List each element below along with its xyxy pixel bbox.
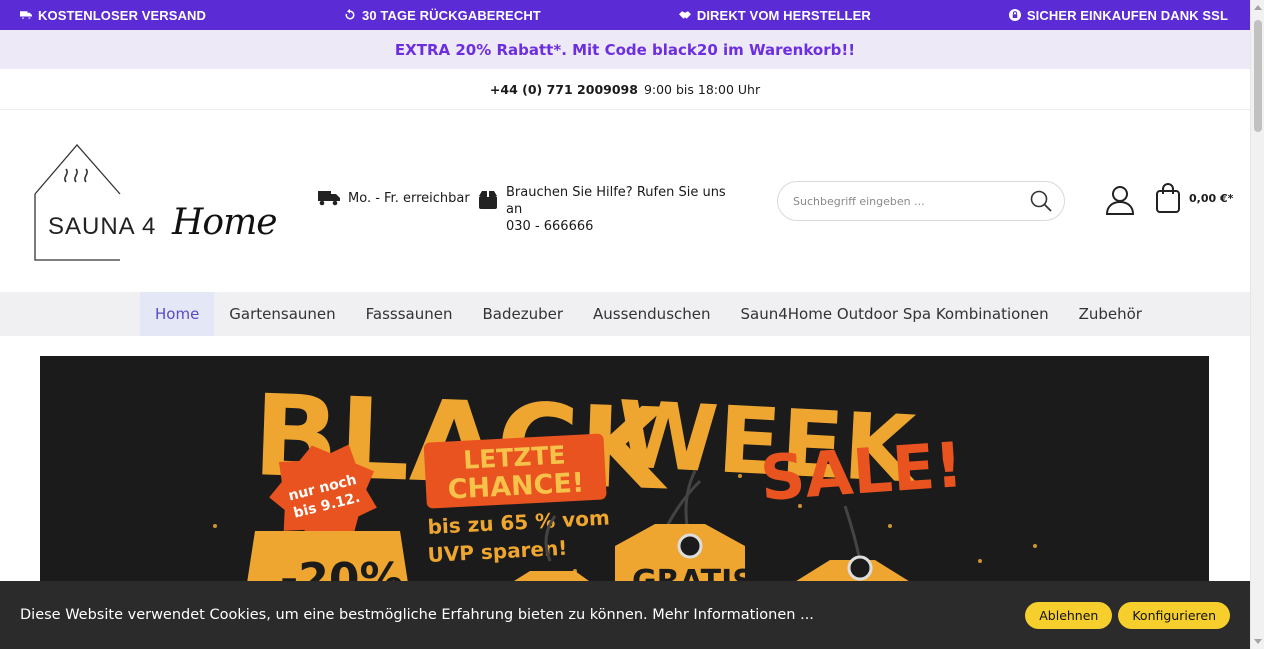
nav-item-badezuber[interactable]: Badezuber — [468, 292, 579, 336]
cart-total: 0,00 €* — [1189, 191, 1234, 205]
nav-item-zubehoer[interactable]: Zubehör — [1064, 292, 1157, 336]
usp-bar: KOSTENLOSER VERSAND 30 TAGE RÜCKGABERECH… — [0, 0, 1250, 30]
handshake-icon — [678, 11, 691, 19]
nav-item-gartensaunen[interactable]: Gartensaunen — [214, 292, 350, 336]
contact-hours: 9:00 bis 18:00 Uhr — [643, 81, 761, 97]
contact-phone[interactable]: +44 (0) 771 2009098 — [490, 82, 638, 97]
cookie-banner: Diese Website verwendet Cookies, um eine… — [0, 581, 1250, 649]
page: KOSTENLOSER VERSAND 30 TAGE RÜCKGABERECH… — [0, 0, 1264, 649]
box-icon — [479, 191, 497, 209]
help-text: Brauchen Sie Hilfe? Rufen Sie uns an — [506, 185, 726, 217]
lock-icon — [1008, 9, 1021, 21]
promo-text: EXTRA 20% Rabatt*. Mit Code black20 im W… — [394, 40, 856, 59]
black-week-sale-graphic: BLACK WEEK SALE! LETZTE CHANCE! bis zu 6… — [40, 356, 1209, 596]
site-header: SAUNA 4 Home Mo. - Fr. erreichbar Brauch… — [0, 110, 1250, 292]
logo-text-home: Home — [172, 202, 278, 243]
scroll-down-arrow-icon[interactable] — [1254, 639, 1262, 644]
banner-sale: SALE! — [758, 428, 965, 515]
usp-label: KOSTENLOSER VERSAND — [38, 7, 207, 23]
scroll-up-arrow-icon[interactable] — [1254, 5, 1262, 10]
availability-info: Mo. - Fr. erreichbar — [318, 190, 470, 206]
usp-label: 30 TAGE RÜCKGABERECHT — [362, 7, 541, 23]
cookie-decline-button[interactable]: Ablehnen — [1025, 601, 1113, 629]
main-navigation: Home Gartensaunen Fasssaunen Badezuber A… — [0, 292, 1250, 336]
availability-text: Mo. - Fr. erreichbar — [348, 190, 470, 206]
nav-item-aussenduschen[interactable]: Aussenduschen — [578, 292, 725, 336]
promo-banner: EXTRA 20% Rabatt*. Mit Code black20 im W… — [0, 30, 1250, 69]
cart-bag-icon — [1156, 183, 1180, 213]
truck-icon — [318, 191, 340, 206]
nav-item-home[interactable]: Home — [140, 292, 215, 336]
help-phone[interactable]: 030 - 666666 — [506, 218, 746, 235]
return-icon — [345, 9, 355, 20]
search-box — [777, 181, 1065, 221]
cart-button[interactable]: 0,00 €* — [1155, 182, 1233, 214]
scrollbar-thumb[interactable] — [1254, 20, 1262, 132]
usp-label: DIREKT VOM HERSTELLER — [696, 7, 871, 23]
nav-item-fasssaunen[interactable]: Fasssaunen — [351, 292, 468, 336]
usp-returns: 30 TAGE RÜCKGABERECHT — [344, 8, 541, 23]
search-input[interactable] — [793, 194, 1030, 208]
search-icon[interactable] — [1030, 190, 1052, 212]
letzte-chance-badge: LETZTE CHANCE! — [423, 433, 607, 509]
nav-item-outdoor-spa[interactable]: Saun4Home Outdoor Spa Kombinationen — [726, 292, 1064, 336]
usp-manufacturer: DIREKT VOM HERSTELLER — [678, 7, 871, 23]
page-scrollbar[interactable] — [1250, 0, 1264, 649]
usp-shipping: KOSTENLOSER VERSAND — [20, 8, 206, 23]
truck-icon — [20, 11, 32, 19]
help-info: Brauchen Sie Hilfe? Rufen Sie uns an 030… — [478, 184, 746, 235]
usp-label: SICHER EINKAUFEN DANK SSL — [1026, 7, 1228, 23]
hero-banner[interactable]: BLACK WEEK SALE! LETZTE CHANCE! bis zu 6… — [40, 356, 1209, 596]
account-icon[interactable] — [1104, 184, 1136, 216]
logo-text-sauna: SAUNA 4 — [48, 213, 157, 240]
cookie-message: Diese Website verwendet Cookies, um eine… — [20, 607, 814, 623]
cookie-configure-button[interactable]: Konfigurieren — [1118, 601, 1230, 629]
usp-ssl: SICHER EINKAUFEN DANK SSL — [1008, 7, 1228, 23]
contact-line: +44 (0) 771 2009098 9:00 bis 18:00 Uhr — [0, 69, 1250, 110]
